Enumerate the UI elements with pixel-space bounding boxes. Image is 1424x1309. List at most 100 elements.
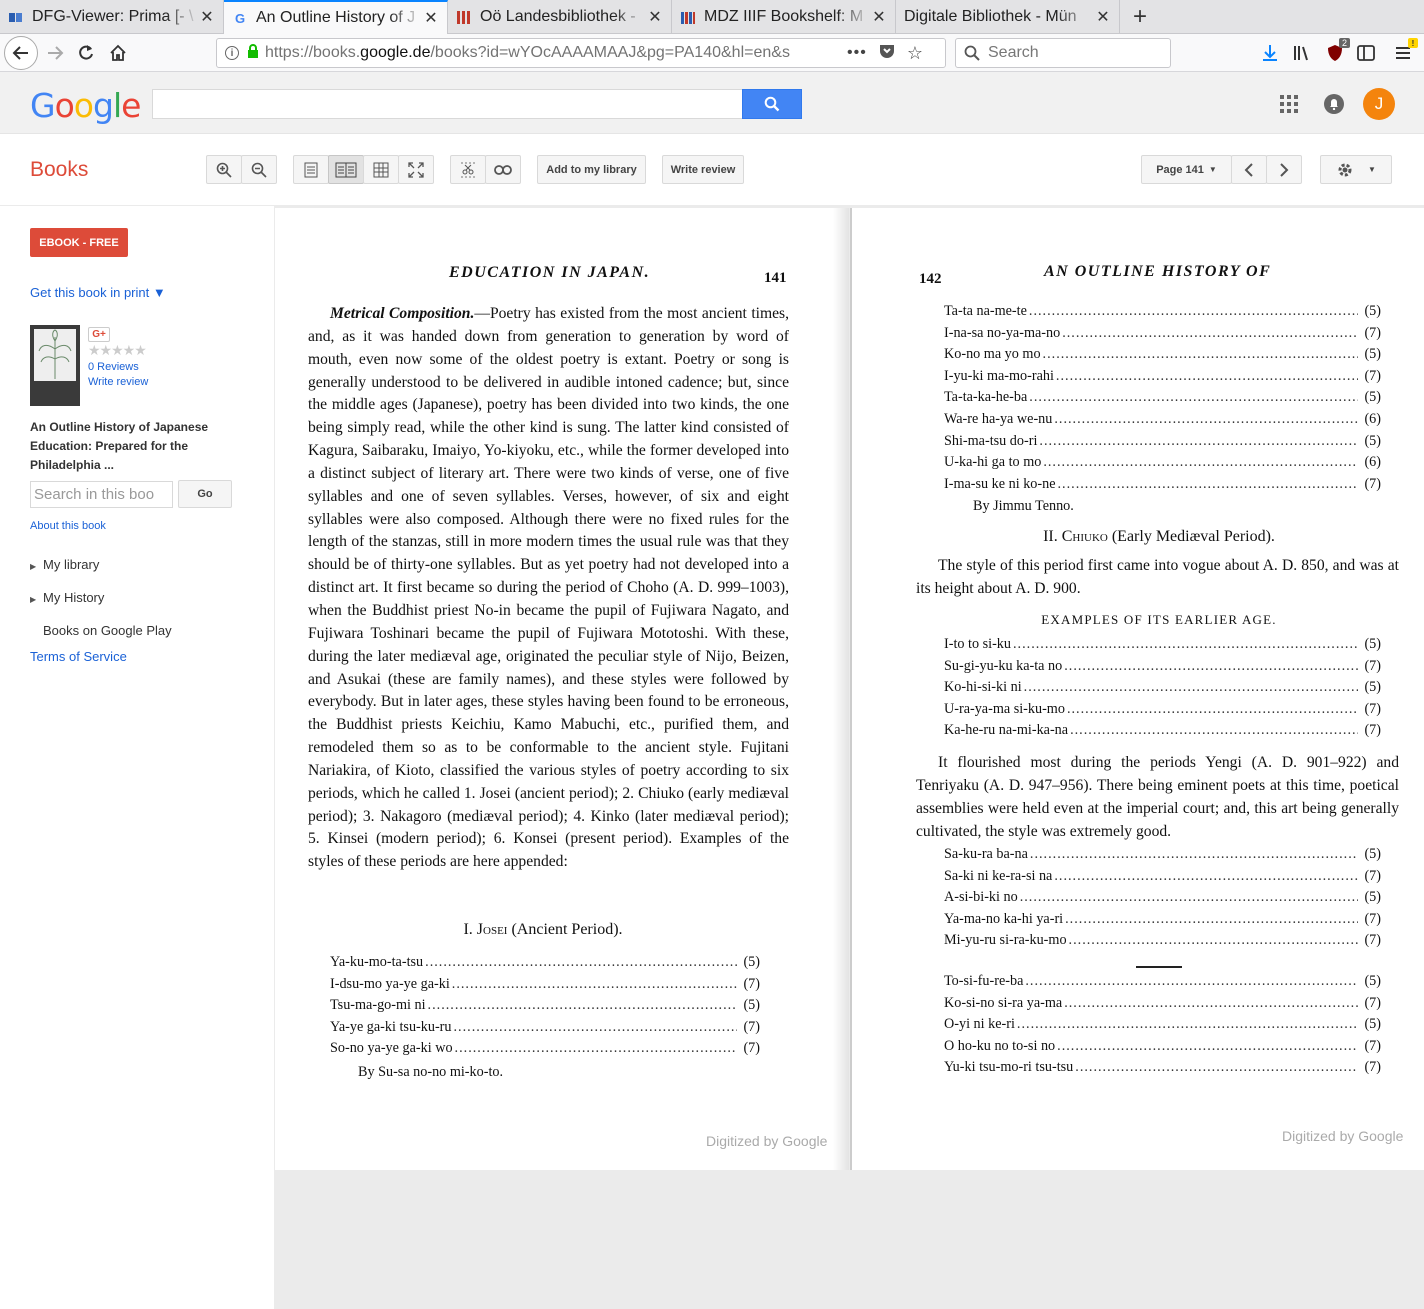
- dropdown-arrow-icon: ▼: [1208, 165, 1217, 174]
- ebook-free-button[interactable]: EBOOK - FREE: [30, 228, 128, 257]
- cover-illustration: [34, 329, 76, 381]
- account-avatar[interactable]: J: [1363, 88, 1395, 120]
- url-bar[interactable]: i https://books.google.de/books?id=wYOcA…: [216, 38, 946, 68]
- bookmark-star-icon[interactable]: ☆: [907, 43, 923, 64]
- dot-leader: [1018, 889, 1359, 906]
- search-icon: [964, 45, 980, 61]
- downloads-button[interactable]: [1255, 38, 1285, 68]
- browser-search-field[interactable]: Search: [955, 38, 1171, 68]
- dot-leader: [1067, 932, 1359, 949]
- link-icon: [494, 164, 512, 175]
- write-review-button[interactable]: Write review: [662, 155, 744, 184]
- poem-attribution: By Su-sa no-no mi-ko-to.: [358, 1064, 504, 1080]
- poem-line-text: Ya-ku-mo-ta-tsu: [330, 954, 424, 970]
- add-to-library-button[interactable]: Add to my library: [537, 155, 646, 184]
- google-search-button[interactable]: [742, 89, 802, 119]
- about-this-book-link[interactable]: About this book: [30, 520, 106, 532]
- digitized-by-google-watermark: Digitized by Google: [706, 1133, 828, 1149]
- fullscreen-button[interactable]: [398, 155, 434, 184]
- close-icon[interactable]: ✕: [871, 7, 887, 27]
- poem-line-text: Mi-yu-ru si-ra-ku-mo: [944, 932, 1067, 949]
- close-icon[interactable]: ✕: [199, 7, 215, 27]
- books-on-google-play-link[interactable]: Books on Google Play: [43, 623, 172, 638]
- previous-page-button[interactable]: [1231, 155, 1267, 184]
- zoom-out-button[interactable]: [241, 155, 277, 184]
- close-icon[interactable]: ✕: [647, 7, 663, 27]
- rating-stars[interactable]: ★★★★★: [88, 342, 147, 359]
- forward-button[interactable]: [40, 38, 70, 68]
- poem-line-text: Su-gi-yu-ku ka-ta no: [944, 657, 1063, 674]
- browser-tab-dfg[interactable]: DFG-Viewer: Prima [- \ ✕: [0, 0, 224, 34]
- syllable-count: (5): [1364, 432, 1381, 449]
- poem-line: Ta-ta-ka-he-ba (5): [944, 389, 1381, 411]
- book-viewer[interactable]: EDUCATION IN JAPAN. 141 Metrical Composi…: [274, 206, 1424, 1309]
- new-tab-button[interactable]: +: [1120, 0, 1160, 34]
- syllable-count: (5): [1364, 346, 1381, 363]
- poem-line: Ko-si-no si-ra ya-ma (7): [944, 995, 1381, 1017]
- poem-line-text: O-yi ni ke-ri: [944, 1016, 1015, 1033]
- close-icon[interactable]: ✕: [423, 8, 439, 28]
- book-page-141: EDUCATION IN JAPAN. 141 Metrical Composi…: [275, 208, 847, 1170]
- notifications-bell-icon[interactable]: [1324, 94, 1344, 114]
- books-label[interactable]: Books: [30, 158, 88, 182]
- book-cover-thumbnail[interactable]: [30, 325, 80, 406]
- dot-leader: [1041, 454, 1358, 471]
- more-actions-icon[interactable]: •••: [847, 44, 867, 62]
- poem-line: So-no ya-ye ga-ki wo (7): [330, 1040, 760, 1062]
- syllable-count: (5): [1364, 303, 1381, 319]
- poem-line-text: I-to to si-ku: [944, 636, 1011, 652]
- apps-grid-icon[interactable]: [1280, 95, 1298, 113]
- google-logo[interactable]: Google: [30, 86, 141, 125]
- home-button[interactable]: [103, 38, 133, 68]
- back-button[interactable]: [4, 36, 38, 70]
- google-search-input[interactable]: [152, 89, 744, 119]
- next-page-button[interactable]: [1266, 155, 1302, 184]
- poem-line: Shi-ma-tsu do-ri (5): [944, 433, 1381, 455]
- chevron-right-icon: [1280, 162, 1289, 177]
- book-page-142: 142 AN OUTLINE HISTORY OF Ta-ta na-me-te…: [850, 208, 1424, 1170]
- pocket-icon[interactable]: [879, 43, 895, 64]
- browser-tab-mdz[interactable]: MDZ IIIF Bookshelf: M ✕: [672, 0, 896, 34]
- settings-button[interactable]: ▼: [1320, 155, 1392, 184]
- scissors-icon: [461, 162, 475, 177]
- poem-line-text: A-si-bi-ki no: [944, 889, 1018, 906]
- info-icon[interactable]: i: [225, 46, 239, 60]
- library-bars-icon: [456, 9, 472, 25]
- link-button[interactable]: [485, 155, 521, 184]
- reload-button[interactable]: [71, 38, 101, 68]
- syllable-count: (7): [1364, 1037, 1381, 1054]
- menu-button[interactable]: !: [1388, 38, 1418, 68]
- terms-of-service-link[interactable]: Terms of Service: [30, 649, 127, 664]
- google-plus-button[interactable]: G+: [88, 327, 110, 342]
- close-icon[interactable]: ✕: [1095, 7, 1111, 27]
- my-history-link[interactable]: ▶ My History: [30, 590, 104, 605]
- write-review-link[interactable]: Write review: [88, 376, 148, 388]
- reviews-link[interactable]: 0 Reviews: [88, 361, 139, 373]
- dot-leader: [1022, 679, 1359, 696]
- ublock-button[interactable]: 2: [1320, 38, 1350, 68]
- poem-line: Yu-ki tsu-mo-ri tsu-tsu (7): [944, 1059, 1381, 1081]
- gear-icon: [1338, 163, 1352, 176]
- library-button[interactable]: [1287, 38, 1317, 68]
- browser-tab-google-books[interactable]: G An Outline History of J ✕: [224, 0, 448, 34]
- sidebar-toggle-button[interactable]: [1351, 38, 1381, 68]
- zoom-in-button[interactable]: [206, 155, 242, 184]
- tab-label: MDZ IIIF Bookshelf: M: [704, 8, 864, 25]
- browser-tab-ooe[interactable]: Oö Landesbibliothek - ✕: [448, 0, 672, 34]
- divider-rule: [1136, 966, 1182, 968]
- browser-tab-digitale[interactable]: Digitale Bibliothek - Mün ✕: [896, 0, 1120, 34]
- single-page-view-button[interactable]: [293, 155, 329, 184]
- syllable-count: (5): [1364, 1016, 1381, 1033]
- page-select-dropdown[interactable]: Page 141 ▼: [1141, 155, 1232, 184]
- search-in-book-input[interactable]: Search in this boo: [30, 481, 173, 508]
- thumbnail-view-button[interactable]: [363, 155, 399, 184]
- browser-nav-bar: i https://books.google.de/books?id=wYOcA…: [0, 34, 1424, 72]
- two-page-view-button[interactable]: [328, 155, 364, 184]
- my-library-link[interactable]: ▶ My library: [30, 557, 99, 572]
- search-in-book-go-button[interactable]: Go: [178, 480, 232, 508]
- dot-leader: [1027, 303, 1359, 320]
- get-in-print-link[interactable]: Get this book in print ▼: [30, 285, 166, 300]
- clip-button[interactable]: [450, 155, 486, 184]
- url-text: https://books.google.de/books?id=wYOcAAA…: [265, 44, 790, 61]
- poem-line-text: Yu-ki tsu-mo-ri tsu-tsu: [944, 1059, 1074, 1076]
